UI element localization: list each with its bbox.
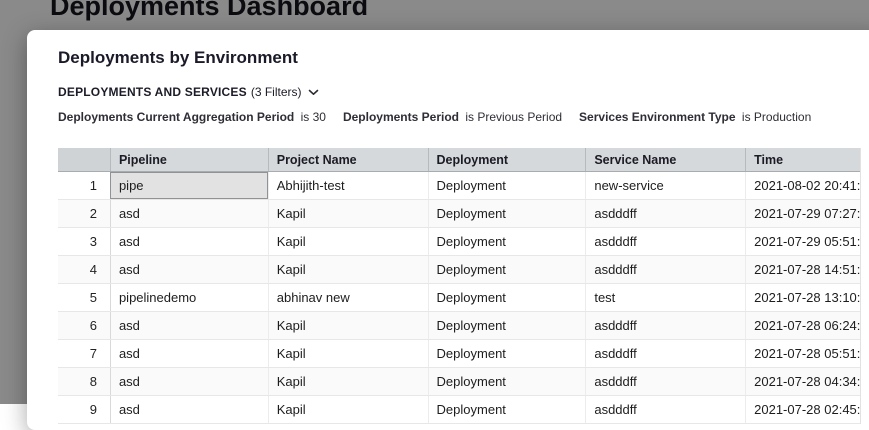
pipeline-cell[interactable]: asd — [110, 396, 268, 423]
pipeline-cell[interactable]: asd — [110, 256, 268, 283]
row-number-cell: 6 — [58, 312, 110, 339]
filter-aggregation-period: Deployments Current Aggregation Period i… — [58, 110, 326, 124]
deployment-cell[interactable]: Deployment — [428, 368, 586, 395]
deployment-cell[interactable]: Deployment — [428, 312, 586, 339]
filter-value: is 30 — [301, 110, 326, 124]
row-number-cell: 1 — [58, 172, 110, 199]
table-row: 4 asd Kapil Deployment asdddff 2021-07-2… — [58, 256, 860, 284]
table-header-row: Pipeline Project Name Deployment Service… — [58, 148, 860, 172]
filter-deployments-period: Deployments Period is Previous Period — [343, 110, 562, 124]
row-number-header — [58, 148, 110, 171]
deployment-cell[interactable]: Deployment — [428, 340, 586, 367]
filter-value: is Production — [742, 110, 811, 124]
table-row: 9 asd Kapil Deployment asdddff 2021-07-2… — [58, 396, 860, 424]
filter-count-label: (3 Filters) — [251, 85, 302, 99]
service-name-cell[interactable]: new-service — [585, 172, 745, 199]
table-row: 2 asd Kapil Deployment asdddff 2021-07-2… — [58, 200, 860, 228]
time-cell[interactable]: 2021-07-28 04:34:45 — [745, 368, 860, 395]
table-row: 7 asd Kapil Deployment asdddff 2021-07-2… — [58, 340, 860, 368]
filter-group-toggle[interactable]: DEPLOYMENTS AND SERVICES (3 Filters) — [58, 85, 319, 99]
row-number-cell: 4 — [58, 256, 110, 283]
project-name-cell[interactable]: Kapil — [268, 368, 428, 395]
pipeline-cell[interactable]: asd — [110, 340, 268, 367]
column-header-service-name[interactable]: Service Name — [585, 148, 745, 171]
service-name-cell[interactable]: asdddff — [585, 340, 745, 367]
row-number-cell: 9 — [58, 396, 110, 423]
service-name-cell[interactable]: asdddff — [585, 228, 745, 255]
filter-environment-type: Services Environment Type is Production — [579, 110, 811, 124]
filter-name: Services Environment Type — [579, 110, 736, 124]
deployment-cell[interactable]: Deployment — [428, 200, 586, 227]
column-header-project-name[interactable]: Project Name — [268, 148, 428, 171]
row-number-cell: 3 — [58, 228, 110, 255]
project-name-cell[interactable]: Kapil — [268, 228, 428, 255]
time-cell[interactable]: 2021-08-02 20:41:18 — [745, 172, 860, 199]
table-row: 3 asd Kapil Deployment asdddff 2021-07-2… — [58, 228, 860, 256]
row-number-cell: 7 — [58, 340, 110, 367]
chevron-down-icon — [308, 89, 319, 96]
row-number-cell: 2 — [58, 200, 110, 227]
pipeline-cell[interactable]: asd — [110, 228, 268, 255]
project-name-cell[interactable]: Kapil — [268, 396, 428, 423]
column-header-pipeline[interactable]: Pipeline — [110, 148, 268, 171]
row-number-cell: 5 — [58, 284, 110, 311]
project-name-cell[interactable]: Kapil — [268, 256, 428, 283]
project-name-cell[interactable]: Kapil — [268, 200, 428, 227]
service-name-cell[interactable]: asdddff — [585, 396, 745, 423]
table-row: 8 asd Kapil Deployment asdddff 2021-07-2… — [58, 368, 860, 396]
time-cell[interactable]: 2021-07-29 05:51:45 — [745, 228, 860, 255]
deployments-by-environment-dialog: Deployments by Environment DEPLOYMENTS A… — [27, 30, 869, 430]
service-name-cell[interactable]: asdddff — [585, 368, 745, 395]
service-name-cell[interactable]: test — [585, 284, 745, 311]
service-name-cell[interactable]: asdddff — [585, 256, 745, 283]
project-name-cell[interactable]: abhinav new — [268, 284, 428, 311]
row-number-cell: 8 — [58, 368, 110, 395]
dialog-title: Deployments by Environment — [58, 48, 869, 68]
time-cell[interactable]: 2021-07-28 05:51:28 — [745, 340, 860, 367]
deployment-cell[interactable]: Deployment — [428, 284, 586, 311]
table-row: 6 asd Kapil Deployment asdddff 2021-07-2… — [58, 312, 860, 340]
filter-name: Deployments Current Aggregation Period — [58, 110, 294, 124]
deployment-cell[interactable]: Deployment — [428, 172, 586, 199]
table-row: 1 pipe Abhijith-test Deployment new-serv… — [58, 172, 860, 200]
filter-value: is Previous Period — [465, 110, 562, 124]
project-name-cell[interactable]: Abhijith-test — [268, 172, 428, 199]
service-name-cell[interactable]: asdddff — [585, 312, 745, 339]
pipeline-cell[interactable]: pipe — [110, 172, 268, 199]
project-name-cell[interactable]: Kapil — [268, 312, 428, 339]
pipeline-cell[interactable]: asd — [110, 200, 268, 227]
time-cell[interactable]: 2021-07-28 06:24:00 — [745, 312, 860, 339]
column-header-deployment[interactable]: Deployment — [428, 148, 586, 171]
deployment-cell[interactable]: Deployment — [428, 256, 586, 283]
pipeline-cell[interactable]: asd — [110, 312, 268, 339]
table-row: 5 pipelinedemo abhinav new Deployment te… — [58, 284, 860, 312]
service-name-cell[interactable]: asdddff — [585, 200, 745, 227]
filter-name: Deployments Period — [343, 110, 459, 124]
pipeline-cell[interactable]: asd — [110, 368, 268, 395]
deployment-cell[interactable]: Deployment — [428, 228, 586, 255]
time-cell[interactable]: 2021-07-28 14:51:23 — [745, 256, 860, 283]
time-cell[interactable]: 2021-07-29 07:27:44 — [745, 200, 860, 227]
column-header-time[interactable]: Time — [745, 148, 860, 171]
filter-group-label: DEPLOYMENTS AND SERVICES — [58, 85, 247, 99]
time-cell[interactable]: 2021-07-28 13:10:46 — [745, 284, 860, 311]
project-name-cell[interactable]: Kapil — [268, 340, 428, 367]
pipeline-cell[interactable]: pipelinedemo — [110, 284, 268, 311]
time-cell[interactable]: 2021-07-28 02:45:09 — [745, 396, 860, 423]
deployment-cell[interactable]: Deployment — [428, 396, 586, 423]
deployments-table: Pipeline Project Name Deployment Service… — [58, 148, 861, 424]
active-filters-row: Deployments Current Aggregation Period i… — [58, 110, 869, 124]
